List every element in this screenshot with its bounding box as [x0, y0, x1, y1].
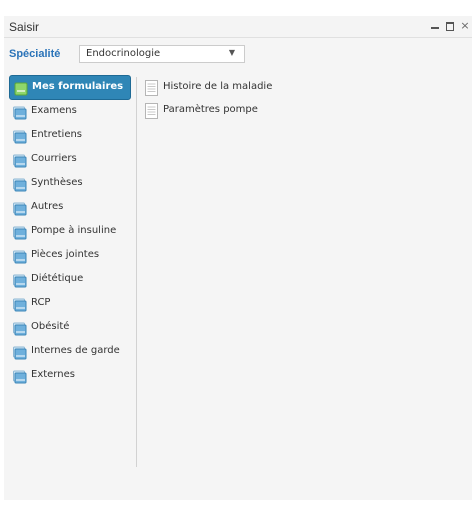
- sidebar-item[interactable]: Pompe à insuline: [10, 220, 130, 244]
- sidebar-item[interactable]: Synthèses: [10, 172, 130, 196]
- folder-icon: [13, 273, 27, 288]
- folder-icon: [13, 201, 27, 216]
- folder-icon: [13, 321, 27, 336]
- sidebar-item-label: Externes: [31, 369, 75, 380]
- saisir-panel: Saisir × Spécialité Endocrinologie ▼ Mes…: [4, 16, 472, 500]
- form-item-label: Paramètres pompe: [163, 104, 258, 115]
- sidebar-item[interactable]: Examens: [10, 100, 130, 124]
- folder-icon: [13, 225, 27, 240]
- sidebar-item-label: Synthèses: [31, 177, 83, 188]
- active-folder-icon: [14, 81, 28, 96]
- folder-icon: [13, 105, 27, 120]
- nav-divider: [136, 77, 137, 467]
- specialite-row: Spécialité Endocrinologie ▼: [4, 45, 304, 65]
- sidebar-item-label: RCP: [31, 297, 51, 308]
- sidebar-item[interactable]: Externes: [10, 364, 130, 388]
- specialite-label: Spécialité: [9, 48, 61, 60]
- window-title: Saisir: [9, 20, 40, 34]
- sidebar-item-label: Examens: [31, 105, 77, 116]
- sidebar-item-label: Mes formulaires: [32, 81, 124, 92]
- close-button[interactable]: ×: [459, 19, 471, 33]
- folder-icon: [13, 177, 27, 192]
- sidebar-item-label: Internes de garde: [31, 345, 120, 356]
- maximize-icon: [446, 22, 454, 31]
- specialite-select[interactable]: Endocrinologie ▼: [79, 45, 245, 63]
- minimize-button[interactable]: [429, 19, 441, 33]
- specialite-selected-value: Endocrinologie: [86, 48, 161, 59]
- minimize-icon: [431, 27, 439, 29]
- sidebar-item[interactable]: Obésité: [10, 316, 130, 340]
- sidebar-item-label: Autres: [31, 201, 64, 212]
- sidebar-item[interactable]: Courriers: [10, 148, 130, 172]
- chevron-down-icon: ▼: [228, 48, 235, 57]
- form-list-item[interactable]: Paramètres pompe: [144, 102, 444, 125]
- title-bar: Saisir ×: [4, 16, 472, 38]
- folder-icon: [13, 345, 27, 360]
- folder-icon: [13, 369, 27, 384]
- close-icon: ×: [460, 19, 470, 32]
- sidebar-item[interactable]: Pièces jointes: [10, 244, 130, 268]
- sidebar-item[interactable]: Autres: [10, 196, 130, 220]
- folder-icon: [13, 153, 27, 168]
- maximize-button[interactable]: [444, 19, 456, 33]
- sidebar-item-label: Pièces jointes: [31, 249, 100, 260]
- sidebar-item[interactable]: Entretiens: [10, 124, 130, 148]
- folder-icon: [13, 297, 27, 312]
- sidebar-item[interactable]: Diététique: [10, 268, 130, 292]
- sidebar-item[interactable]: Mes formulaires: [9, 75, 131, 100]
- sidebar-item-label: Courriers: [31, 153, 77, 164]
- form-document-icon: [145, 80, 158, 96]
- sidebar-item-label: Diététique: [31, 273, 84, 284]
- app-frame: Saisir × Spécialité Endocrinologie ▼ Mes…: [0, 0, 475, 507]
- sidebar-item-label: Entretiens: [31, 129, 83, 140]
- sidebar-item[interactable]: RCP: [10, 292, 130, 316]
- folder-icon: [13, 249, 27, 264]
- form-item-label: Histoire de la maladie: [163, 81, 273, 92]
- form-list: Histoire de la maladie Paramètres pompe: [144, 79, 444, 125]
- sidebar-item-label: Pompe à insuline: [31, 225, 117, 236]
- form-document-icon: [145, 103, 158, 119]
- sidebar-item-label: Obésité: [31, 321, 70, 332]
- form-list-item[interactable]: Histoire de la maladie: [144, 79, 444, 102]
- sidebar-item[interactable]: Internes de garde: [10, 340, 130, 364]
- folder-icon: [13, 129, 27, 144]
- category-nav: Mes formulaires Examens Entretiens Courrier…: [9, 75, 136, 388]
